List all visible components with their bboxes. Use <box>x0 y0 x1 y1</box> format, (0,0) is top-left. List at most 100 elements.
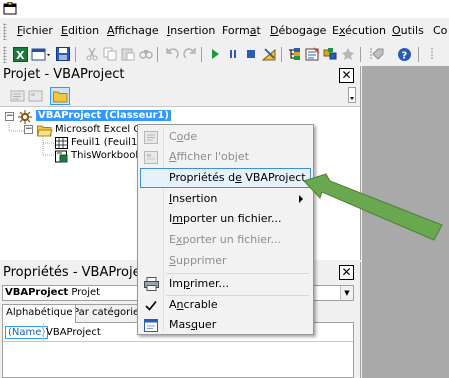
copy-icon[interactable] <box>102 46 118 62</box>
close-icon: ✕ <box>341 68 352 82</box>
tree-item-vbaproject[interactable]: VBAProject (Classeur1) <box>36 110 171 121</box>
redo-icon[interactable] <box>182 46 198 62</box>
menu-label: Importer un fichier... <box>169 212 282 225</box>
workbook-icon <box>55 150 68 163</box>
title-bar <box>0 0 449 18</box>
menu-edition[interactable]: Edition <box>61 24 99 37</box>
tab-alphabetique[interactable]: Alphabétique <box>2 304 77 323</box>
menu-item-exporter[interactable]: Exporter un fichier... <box>140 230 311 250</box>
menu-affichage[interactable]: Affichage <box>107 24 159 37</box>
menu-mnemonic: I <box>167 24 171 37</box>
label-hotkey: p <box>182 277 190 290</box>
tree-item-feuil1[interactable]: Feuil1 (Feuil1) <box>71 137 141 148</box>
menu-item-importer[interactable]: Importer un fichier... <box>140 209 311 229</box>
check-icon <box>143 297 159 313</box>
paste-icon[interactable] <box>120 46 136 62</box>
menu-item-supprimer[interactable]: Supprimer <box>140 251 311 271</box>
menu-bar: Fichier Edition Affichage Insertion Form… <box>0 20 449 42</box>
view-object-icon[interactable] <box>27 88 44 104</box>
toggle-folders-button[interactable] <box>50 87 70 105</box>
excel-view-icon[interactable]: X <box>12 46 28 62</box>
label-part: rimer... <box>189 277 230 290</box>
label-part: C <box>169 130 177 143</box>
save-icon[interactable] <box>55 46 71 62</box>
label-part: fficher l'objet <box>176 150 249 163</box>
toolbar-separator <box>281 47 282 62</box>
tree-collapse-folder[interactable]: − <box>24 125 33 134</box>
vba-app-icon <box>3 2 17 15</box>
folder-icon <box>53 91 68 103</box>
menu-item-proprietes[interactable]: Propriétés de VBAProject... <box>140 168 316 188</box>
menu-label: Supprimer <box>169 254 227 267</box>
project-explorer-icon[interactable] <box>286 46 302 62</box>
code-icon <box>143 129 159 145</box>
menu-outils[interactable]: Outils <box>392 24 424 37</box>
grid-row-line <box>3 341 353 342</box>
menu-mnemonic: a <box>249 24 257 37</box>
menu-complements[interactable]: Co <box>433 24 447 37</box>
tab-alphabetique-label: Alphabétique <box>6 307 73 318</box>
menu-item-insertion[interactable]: Insertion <box>140 189 311 209</box>
label-part: uer <box>197 318 217 331</box>
menu-insertion[interactable]: Insertion <box>167 24 215 37</box>
menu-execution[interactable]: Exécution <box>332 24 386 37</box>
project-toolbar-scroll[interactable] <box>348 87 356 103</box>
design-mode-icon[interactable] <box>261 46 277 62</box>
tree-collapse-root[interactable]: − <box>5 112 14 121</box>
svg-text:?: ? <box>401 50 407 61</box>
menu-label: Exporter un fichier... <box>169 233 281 246</box>
label-hotkey: q <box>190 318 198 331</box>
properties-window-icon[interactable] <box>304 46 320 62</box>
chevron-down-icon[interactable]: ▼ <box>340 286 353 300</box>
menu-label: Imprimer... <box>169 277 229 290</box>
properties-panel-title-text: Propriétés - VBAProjec <box>3 265 148 280</box>
menu-label: Ancrable <box>169 298 218 311</box>
menu-item-imprimer[interactable]: Imprimer... <box>140 274 311 294</box>
object-browser-icon[interactable] <box>322 46 338 62</box>
menu-item-afficher-objet[interactable]: Afficher l'objet <box>140 147 311 167</box>
menu-label: Insertion <box>169 192 217 205</box>
toolbox-icon[interactable] <box>340 46 356 62</box>
toolbar-grip[interactable] <box>3 46 7 63</box>
toolbar-grip-3[interactable] <box>425 46 441 62</box>
menu-mnemonic: x <box>338 24 346 37</box>
menu-item-masquer[interactable]: Masquer <box>140 315 311 335</box>
run-icon[interactable] <box>207 46 223 62</box>
stop-icon[interactable] <box>243 46 259 62</box>
printer-icon <box>143 276 159 292</box>
property-name-cell[interactable]: (Name) <box>5 326 49 339</box>
menubar-grip[interactable] <box>3 23 7 40</box>
menu-debogage[interactable]: Débogage <box>270 24 326 37</box>
menu-item-ancrable[interactable]: Ancrable <box>140 295 311 315</box>
properties-panel-close-button[interactable]: ✕ <box>339 265 354 280</box>
minus-icon: − <box>6 111 14 121</box>
standard-toolbar: X ? <box>0 43 449 66</box>
label-hotkey: e <box>235 171 242 184</box>
menu-label: Afficher l'objet <box>169 150 249 163</box>
label-hotkey: m <box>172 212 183 225</box>
project-panel-title-text: Projet - VBAProject <box>3 67 125 82</box>
label-part: Im <box>169 277 183 290</box>
menu-mnemonic: A <box>107 24 115 37</box>
menu-item-code[interactable]: Code <box>140 127 311 147</box>
menu-mnemonic: F <box>17 24 23 37</box>
menu-format[interactable]: Format <box>222 24 261 37</box>
insert-userform-icon[interactable] <box>31 46 53 62</box>
tab-par-categorie[interactable]: Par catégorie <box>69 304 144 322</box>
tag-icon[interactable] <box>371 46 385 62</box>
label-part: porter un fichier... <box>182 212 282 225</box>
pause-icon[interactable] <box>225 46 241 62</box>
project-panel-close-button[interactable]: ✕ <box>339 68 354 83</box>
property-value-cell[interactable]: VBAProject <box>46 326 101 339</box>
help-icon[interactable]: ? <box>396 46 412 62</box>
grid-divider <box>43 323 44 341</box>
find-icon[interactable] <box>138 46 154 62</box>
close-icon: ✕ <box>341 265 352 279</box>
label-part: E <box>169 233 176 246</box>
cut-icon[interactable] <box>84 46 100 62</box>
label-hotkey: A <box>169 150 177 163</box>
menu-fichier[interactable]: Fichier <box>17 24 53 37</box>
tree-item-thisworkbook[interactable]: ThisWorkbook <box>71 150 141 161</box>
undo-icon[interactable] <box>164 46 180 62</box>
view-code-icon[interactable] <box>9 88 26 104</box>
